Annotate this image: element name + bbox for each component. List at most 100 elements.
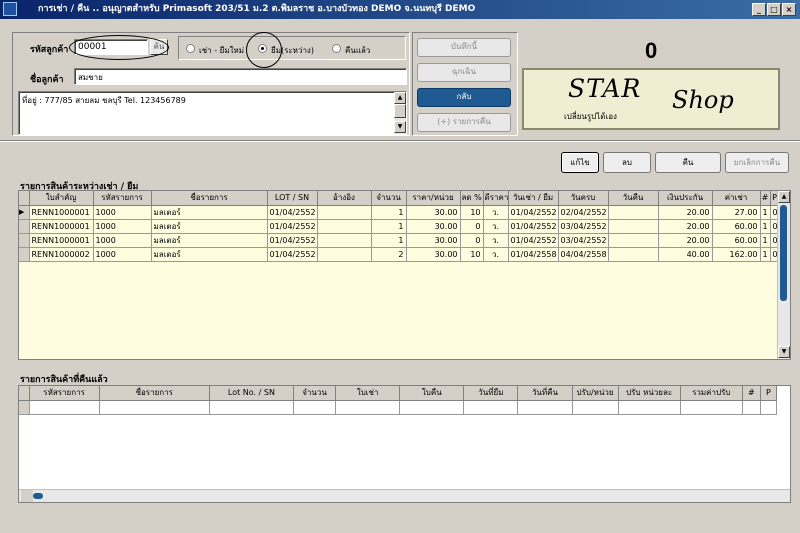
back-button[interactable]: กลับ	[417, 88, 511, 107]
returned-column-header[interactable]: ปรับ หน่วยละ	[618, 386, 681, 401]
table-cell: RENN1000001	[29, 233, 94, 248]
returned-column-header[interactable]: วันที่ยืม	[463, 386, 519, 401]
returned-column-header[interactable]: ปรับ/หน่วย	[572, 386, 619, 401]
returned-column-header[interactable]: ชื่อรายการ	[99, 386, 210, 401]
returned-hscrollbar[interactable]	[19, 489, 790, 502]
returned-column-header[interactable]: รหัสรายการ	[29, 386, 100, 401]
table-cell: 2	[371, 247, 407, 262]
maximize-button[interactable]: □	[767, 3, 781, 16]
table-cell: 01/04/2552	[267, 205, 318, 220]
close-button[interactable]: ×	[782, 3, 796, 16]
customer-address-textarea[interactable]: ที่อยู่ : 777/85 สายลม ชลบุรี Tel. 12345…	[18, 91, 407, 135]
table-cell: ว.	[483, 247, 509, 262]
table-cell: 30.00	[406, 247, 461, 262]
row-indicator	[19, 233, 30, 248]
borrowed-column-header[interactable]: อ้างอิง	[317, 191, 372, 206]
borrowed-column-header[interactable]: ค่าเช่า	[712, 191, 761, 206]
scroll-down-icon[interactable]: ▼	[778, 346, 790, 358]
logo-caption: เปลี่ยนรูปได้เอง	[564, 112, 617, 121]
borrowed-column-header[interactable]: ราคา/หน่วย	[406, 191, 461, 206]
table-cell: มลเตอร์	[151, 219, 268, 234]
returned-column-header[interactable]: ใบคืน	[399, 386, 465, 401]
returned-column-header[interactable]: P	[760, 386, 778, 401]
borrowed-scrollbar[interactable]: ▲ ▼	[777, 191, 790, 359]
table-cell: 60.00	[712, 233, 761, 248]
table-cell: 1000	[93, 219, 152, 234]
table-cell: 01/04/2552	[508, 233, 559, 248]
customer-code-input[interactable]: 00001	[74, 39, 148, 55]
borrowed-column-header[interactable]: จำนวน	[371, 191, 407, 206]
table-cell: 0	[460, 219, 484, 234]
table-cell: ว.	[483, 233, 509, 248]
returned-column-header[interactable]: ใบเช่า	[335, 386, 401, 401]
returned-column-header[interactable]: Lot No. / SN	[209, 386, 295, 401]
table-cell: 1	[371, 233, 407, 248]
radio-returned[interactable]	[332, 44, 341, 53]
table-row[interactable]: RENN1000001 1000 มลเตอร์ 01/04/2552 1 30.00 0 ว…	[19, 233, 780, 248]
table-cell: 02/04/2552	[558, 205, 609, 220]
minimize-button[interactable]: _	[752, 3, 766, 16]
scroll-left-icon[interactable]	[21, 490, 33, 502]
scroll-up-icon[interactable]: ▲	[778, 191, 790, 203]
returned-column-header[interactable]: จำนวน	[293, 386, 337, 401]
row-indicator-header	[19, 386, 30, 401]
save-today-button[interactable]: บันทึกนี้	[417, 38, 511, 57]
table-cell: 27.00	[712, 205, 761, 220]
scroll-up-icon[interactable]: ▲	[394, 92, 406, 104]
table-cell: 1000	[93, 205, 152, 220]
table-cell: RENN1000002	[29, 247, 94, 262]
customer-name-label: ชื่อลูกค้า	[30, 75, 64, 85]
divider	[0, 140, 800, 142]
table-cell	[317, 247, 372, 262]
table-cell: 0	[460, 233, 484, 248]
table-cell	[317, 219, 372, 234]
table-row[interactable]: ▶ RENN1000001 1000 มลเตอร์ 01/04/2552 1 30.00 1…	[19, 205, 780, 220]
customer-name-input[interactable]: สมชาย	[74, 68, 407, 85]
scroll-thumb[interactable]	[394, 104, 406, 118]
borrowed-column-header[interactable]: วันคืน	[608, 191, 659, 206]
table-cell: 03/04/2552	[558, 233, 609, 248]
scroll-down-icon[interactable]: ▼	[394, 121, 406, 133]
scroll-thumb[interactable]	[780, 205, 787, 301]
return-button[interactable]: คืน	[655, 152, 721, 173]
address-scrollbar[interactable]: ▲ ▼	[394, 92, 406, 134]
returned-column-header[interactable]: รวมค่าปรับ	[680, 386, 743, 401]
returned-grid: รหัสรายการ ชื่อรายการ Lot No. / SN จำนวน ใบเ…	[18, 385, 791, 503]
table-cell: 1	[760, 247, 771, 262]
cancel-return-button[interactable]: ยกเลิกการคืน	[725, 152, 789, 173]
title-bar: การเช่า / คืน .. อนุญาตสำหรับ Primasoft …	[0, 0, 800, 19]
borrowed-column-header[interactable]: ชื่อรายการ	[151, 191, 268, 206]
radio-borrowing[interactable]	[258, 44, 267, 53]
radio-borrowing-label: ยืม(ระหว่าง)	[271, 46, 314, 55]
borrowed-column-header[interactable]: รหัสรายการ	[93, 191, 152, 206]
edit-button[interactable]: แก้ไข	[561, 152, 599, 173]
borrowed-column-header[interactable]: เงินประกัน	[658, 191, 713, 206]
emergency-button[interactable]: ฉุกเฉิน	[417, 63, 511, 82]
window-title: การเช่า / คืน .. อนุญาตสำหรับ Primasoft …	[38, 4, 476, 14]
borrowed-column-header[interactable]: #	[760, 191, 771, 206]
returned-column-header[interactable]: วันที่คืน	[517, 386, 573, 401]
table-cell: 01/04/2552	[508, 219, 559, 234]
borrowed-column-header[interactable]: วันเช่า / ยืม	[508, 191, 559, 206]
table-cell: 01/04/2558	[508, 247, 559, 262]
radio-new-rent[interactable]	[186, 44, 195, 53]
borrowed-column-header[interactable]: วันครบ	[558, 191, 609, 206]
empty-row	[19, 400, 778, 415]
table-cell: 40.00	[658, 247, 713, 262]
add-return-item-button[interactable]: (+) รายการคืน	[417, 113, 511, 132]
scroll-thumb[interactable]	[33, 493, 43, 499]
borrowed-column-header[interactable]: ใบสำคัญ	[29, 191, 94, 206]
borrowed-column-header[interactable]: ดีราคา	[483, 191, 509, 206]
borrowed-column-header[interactable]: ลด %	[460, 191, 484, 206]
table-row[interactable]: RENN1000001 1000 มลเตอร์ 01/04/2552 1 30.00 0 ว…	[19, 219, 780, 234]
current-row-arrow-icon: ▶	[19, 205, 30, 220]
delete-button[interactable]: ลบ	[603, 152, 651, 173]
table-cell: 01/04/2552	[267, 247, 318, 262]
table-row[interactable]: RENN1000002 1000 มลเตอร์ 01/04/2552 2 30.00 10…	[19, 247, 780, 262]
customer-search-button[interactable]: ค้น	[150, 39, 168, 55]
table-cell: 1000	[93, 233, 152, 248]
borrowed-column-header[interactable]: LOT / SN	[267, 191, 318, 206]
table-cell: 20.00	[658, 219, 713, 234]
returned-column-header[interactable]: #	[742, 386, 761, 401]
row-indicator-header	[19, 191, 30, 206]
